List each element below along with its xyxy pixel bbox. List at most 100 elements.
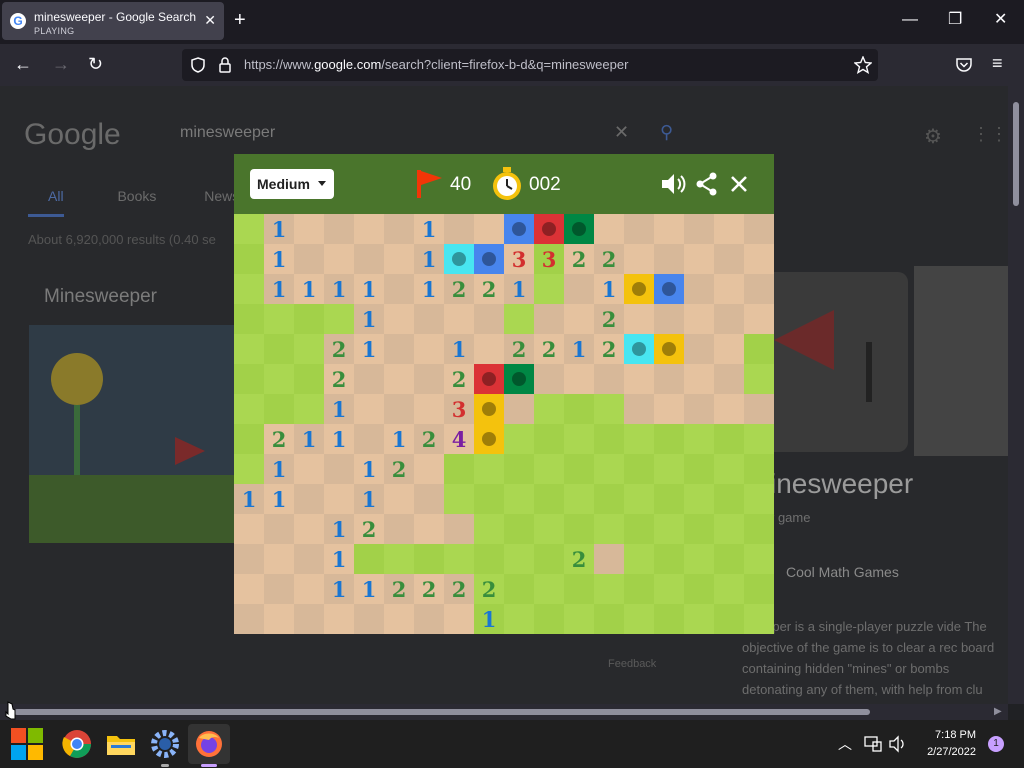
revealed-cell[interactable]	[414, 364, 444, 394]
revealed-cell[interactable]	[384, 484, 414, 514]
file-explorer-icon[interactable]	[105, 728, 137, 760]
chevron-up-icon[interactable]: ︿	[838, 734, 852, 754]
covered-cell[interactable]	[324, 304, 354, 334]
revealed-cell[interactable]	[324, 454, 354, 484]
revealed-cell[interactable]	[564, 304, 594, 334]
covered-cell[interactable]	[534, 604, 564, 634]
revealed-cell[interactable]	[264, 604, 294, 634]
knowledge-panel-image-small[interactable]	[914, 266, 1008, 456]
revealed-cell[interactable]	[744, 244, 774, 274]
settings-gear-icon[interactable]: ⚙	[924, 124, 942, 149]
covered-cell[interactable]	[564, 484, 594, 514]
revealed-cell[interactable]	[384, 214, 414, 244]
covered-cell[interactable]	[744, 514, 774, 544]
revealed-cell[interactable]	[714, 394, 744, 424]
game-board[interactable]: 1111332211111221112211221222132111241121…	[234, 214, 774, 634]
revealed-cell[interactable]	[624, 304, 654, 334]
hamburger-menu-icon[interactable]: ≡	[992, 53, 1003, 73]
new-tab-icon[interactable]: +	[234, 10, 246, 30]
search-input[interactable]: minesweeper	[180, 124, 275, 142]
covered-cell[interactable]	[504, 304, 534, 334]
covered-cell[interactable]	[444, 484, 474, 514]
revealed-cell[interactable]	[294, 454, 324, 484]
revealed-cell[interactable]	[354, 364, 384, 394]
covered-cell[interactable]	[474, 514, 504, 544]
covered-cell[interactable]	[714, 454, 744, 484]
covered-cell[interactable]	[534, 544, 564, 574]
covered-cell[interactable]	[384, 544, 414, 574]
shield-icon[interactable]	[190, 57, 206, 73]
revealed-cell[interactable]	[354, 394, 384, 424]
covered-cell[interactable]	[744, 454, 774, 484]
notification-badge[interactable]: 1	[988, 736, 1004, 752]
revealed-cell[interactable]	[684, 394, 714, 424]
revealed-cell[interactable]	[474, 304, 504, 334]
restore-icon[interactable]: ❐	[948, 12, 962, 28]
revealed-cell[interactable]	[234, 514, 264, 544]
close-icon[interactable]	[726, 171, 752, 197]
covered-cell[interactable]	[474, 544, 504, 574]
covered-cell[interactable]	[534, 454, 564, 484]
revealed-cell[interactable]	[654, 244, 684, 274]
covered-cell[interactable]	[444, 454, 474, 484]
horizontal-scrollbar[interactable]: ▶	[0, 704, 1008, 720]
search-icon[interactable]: ⚲	[660, 122, 673, 143]
revealed-cell[interactable]	[414, 484, 444, 514]
revealed-cell[interactable]	[264, 544, 294, 574]
covered-cell[interactable]	[654, 424, 684, 454]
revealed-cell[interactable]	[474, 214, 504, 244]
revealed-cell[interactable]	[714, 214, 744, 244]
covered-cell[interactable]	[564, 604, 594, 634]
tab-close-icon[interactable]: ✕	[204, 12, 216, 29]
revealed-cell[interactable]	[324, 214, 354, 244]
revealed-cell[interactable]	[294, 244, 324, 274]
covered-cell[interactable]	[504, 544, 534, 574]
covered-cell[interactable]	[684, 574, 714, 604]
covered-cell[interactable]	[684, 604, 714, 634]
revealed-cell[interactable]	[624, 364, 654, 394]
covered-cell[interactable]	[594, 424, 624, 454]
revealed-cell[interactable]	[594, 544, 624, 574]
covered-cell[interactable]	[534, 394, 564, 424]
revealed-cell[interactable]	[264, 514, 294, 544]
covered-cell[interactable]	[654, 574, 684, 604]
scroll-right-arrow-icon[interactable]: ▶	[994, 706, 1002, 717]
revealed-cell[interactable]	[384, 394, 414, 424]
covered-cell[interactable]	[684, 484, 714, 514]
covered-cell[interactable]	[714, 484, 744, 514]
covered-cell[interactable]	[744, 544, 774, 574]
forward-arrow-icon[interactable]: →	[52, 54, 70, 74]
clock-date[interactable]: 2/27/2022	[912, 746, 976, 758]
tab-all[interactable]: All	[48, 188, 64, 204]
revealed-cell[interactable]	[684, 334, 714, 364]
revealed-cell[interactable]	[534, 364, 564, 394]
network-icon[interactable]	[864, 736, 882, 752]
revealed-cell[interactable]	[624, 394, 654, 424]
revealed-cell[interactable]	[654, 394, 684, 424]
revealed-cell[interactable]	[444, 604, 474, 634]
revealed-cell[interactable]	[354, 424, 384, 454]
covered-cell[interactable]	[684, 454, 714, 484]
revealed-cell[interactable]	[444, 214, 474, 244]
covered-cell[interactable]	[264, 364, 294, 394]
horizontal-scroll-thumb[interactable]	[14, 709, 870, 715]
covered-cell[interactable]	[294, 334, 324, 364]
minesweeper-preview-image[interactable]	[29, 325, 234, 543]
covered-cell[interactable]	[744, 484, 774, 514]
covered-cell[interactable]	[564, 454, 594, 484]
covered-cell[interactable]	[234, 394, 264, 424]
covered-cell[interactable]	[624, 454, 654, 484]
revealed-cell[interactable]	[744, 394, 774, 424]
covered-cell[interactable]	[264, 394, 294, 424]
covered-cell[interactable]	[474, 454, 504, 484]
revealed-cell[interactable]	[384, 604, 414, 634]
covered-cell[interactable]	[504, 604, 534, 634]
revealed-cell[interactable]	[714, 334, 744, 364]
covered-cell[interactable]	[744, 364, 774, 394]
covered-cell[interactable]	[714, 544, 744, 574]
covered-cell[interactable]	[624, 424, 654, 454]
revealed-cell[interactable]	[294, 484, 324, 514]
revealed-cell[interactable]	[744, 274, 774, 304]
kp-link[interactable]: Cool Math Games	[786, 564, 899, 580]
covered-cell[interactable]	[594, 574, 624, 604]
